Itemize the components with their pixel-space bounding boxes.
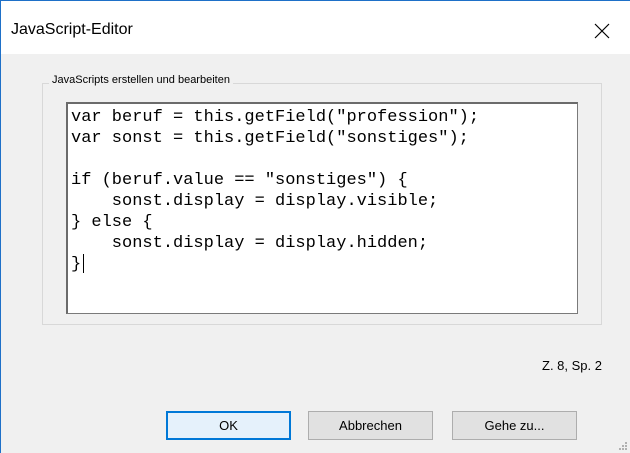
code-content[interactable]: var beruf = this.getField("profession");… — [68, 104, 577, 275]
code-line: } — [71, 255, 82, 274]
resize-grip-icon[interactable] — [618, 441, 628, 451]
code-editor[interactable]: var beruf = this.getField("profession");… — [66, 102, 578, 314]
code-line: if (beruf.value == "sonstiges") { — [71, 171, 408, 190]
window-title: JavaScript-Editor — [11, 21, 133, 38]
code-line: sonst.display = display.visible; — [71, 192, 439, 211]
title-bar: JavaScript-Editor — [1, 1, 630, 54]
goto-button[interactable]: Gehe zu... — [452, 411, 577, 440]
group-label: JavaScripts erstellen und bearbeiten — [49, 74, 233, 86]
close-button[interactable] — [579, 13, 625, 49]
javascript-editor-dialog: JavaScript-Editor JavaScripts erstellen … — [0, 0, 630, 453]
ok-button[interactable]: OK — [166, 411, 291, 440]
code-line: var beruf = this.getField("profession"); — [71, 108, 480, 127]
cancel-button[interactable]: Abbrechen — [308, 411, 433, 440]
code-line: sonst.display = display.hidden; — [71, 234, 429, 253]
code-line: } else { — [71, 213, 153, 232]
close-icon — [594, 23, 610, 39]
cursor-position-status: Z. 8, Sp. 2 — [542, 358, 602, 373]
text-caret — [83, 254, 84, 273]
code-line: var sonst = this.getField("sonstiges"); — [71, 129, 469, 148]
